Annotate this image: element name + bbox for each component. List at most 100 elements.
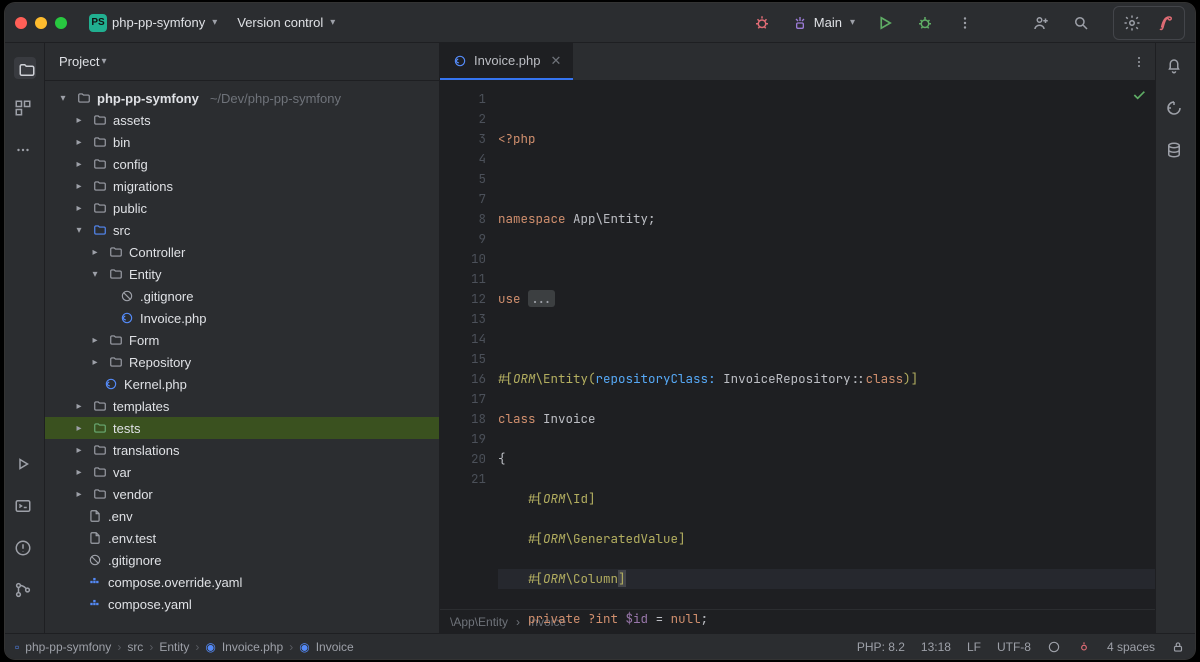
tree-item[interactable]: .gitignore	[45, 285, 439, 307]
tree-item[interactable]: ▸vendor	[45, 483, 439, 505]
inspection-ok-icon[interactable]	[1131, 87, 1147, 103]
chevron-right-icon: ▸	[71, 159, 87, 170]
symfony-icon[interactable]	[1150, 9, 1182, 37]
tree-label: .gitignore	[108, 553, 161, 568]
tree-item[interactable]: ▸migrations	[45, 175, 439, 197]
tab-more-icon[interactable]	[1123, 43, 1155, 80]
tree-item[interactable]: ▸bin	[45, 131, 439, 153]
chevron-down-icon: ▾	[55, 93, 71, 104]
module-icon: ▫	[15, 640, 19, 654]
tree-item[interactable]: ▸public	[45, 197, 439, 219]
folder-icon	[92, 200, 108, 216]
tab-label: Invoice.php	[474, 53, 541, 68]
search-icon[interactable]	[1065, 9, 1097, 37]
code-content[interactable]: <?php namespace App\Entity; use ... #[OR…	[498, 81, 1155, 609]
close-icon[interactable]: ✕	[551, 53, 562, 69]
line-number: 19	[440, 429, 486, 449]
more-actions-icon[interactable]	[949, 9, 981, 37]
close-window[interactable]	[15, 17, 27, 29]
tree-root[interactable]: ▾ php-pp-symfony ~/Dev/php-pp-symfony	[45, 87, 439, 109]
project-tree: ▾ php-pp-symfony ~/Dev/php-pp-symfony ▸a…	[45, 81, 439, 633]
project-name: php-pp-symfony	[112, 15, 205, 30]
tree-label: var	[113, 465, 131, 480]
crumb[interactable]: php-pp-symfony	[25, 640, 111, 654]
structure-tool-icon[interactable]	[14, 99, 36, 121]
tree-item[interactable]: Kernel.php	[45, 373, 439, 395]
code-with-me-icon[interactable]	[1025, 9, 1057, 37]
code-token: ORM	[513, 370, 536, 387]
tree-label: Repository	[129, 355, 191, 370]
tree-item[interactable]: ▸Repository	[45, 351, 439, 373]
line-number: 3	[440, 129, 486, 149]
class-icon: ◉	[299, 640, 309, 654]
tree-item[interactable]: Invoice.php	[45, 307, 439, 329]
problems-tool-icon[interactable]	[14, 539, 36, 561]
line-number: 13	[440, 309, 486, 329]
run-button[interactable]	[869, 9, 901, 37]
code-token: repositoryClass	[596, 370, 709, 387]
tree-item[interactable]: .env.test	[45, 527, 439, 549]
tree-item[interactable]: ▸assets	[45, 109, 439, 131]
tree-item[interactable]: .env	[45, 505, 439, 527]
code-token: \Id]	[566, 490, 596, 507]
gitignore-icon	[87, 552, 103, 568]
code-token: \GeneratedValue]	[566, 530, 686, 547]
tree-label: public	[113, 201, 147, 216]
settings-group	[1113, 6, 1185, 40]
tree-item[interactable]: ▸translations	[45, 439, 439, 461]
tree-label: Controller	[129, 245, 185, 260]
tree-item[interactable]: ▸Controller	[45, 241, 439, 263]
crumb[interactable]: Invoice.php	[222, 640, 283, 654]
tree-item[interactable]: ▸var	[45, 461, 439, 483]
tree-label: compose.override.yaml	[108, 575, 242, 590]
tree-item[interactable]: ▸Form	[45, 329, 439, 351]
code-token: Invoice	[536, 410, 596, 427]
code-token: #[	[498, 370, 513, 387]
panel-header[interactable]: Project ▾	[45, 43, 439, 81]
code-token: int	[596, 610, 619, 627]
crumb[interactable]: Entity	[159, 640, 189, 654]
debug-button[interactable]	[909, 9, 941, 37]
tree-item[interactable]: ▸ config	[45, 153, 439, 175]
tool-rail-right	[1155, 43, 1195, 633]
tree-item[interactable]: ▸templates	[45, 395, 439, 417]
editor-body[interactable]: 1 2 3 4 5 7 8 9 10 11 12 13 14 15 16 17	[440, 81, 1155, 609]
crumb[interactable]: Invoice	[316, 640, 354, 654]
vcs-tool-icon[interactable]	[14, 581, 36, 603]
code-token: #[	[498, 570, 543, 587]
tree-item[interactable]: ▾Entity	[45, 263, 439, 285]
chevron-right-icon: ▸	[71, 489, 87, 500]
tree-item[interactable]: .gitignore	[45, 549, 439, 571]
tree-label: config	[113, 157, 148, 172]
project-selector[interactable]: PS php-pp-symfony ▾	[83, 10, 223, 36]
run-configuration[interactable]: Main ▾	[786, 11, 861, 35]
crumb[interactable]: src	[127, 640, 143, 654]
more-tools-icon[interactable]	[14, 141, 36, 163]
maximize-window[interactable]	[55, 17, 67, 29]
tree-item[interactable]: ▸tests	[45, 417, 439, 439]
line-number: 12	[440, 289, 486, 309]
chevron-down-icon: ▾	[101, 56, 106, 67]
project-tool-icon[interactable]	[14, 57, 36, 79]
debug-listen-icon[interactable]	[746, 9, 778, 37]
tree-item[interactable]: ▾src	[45, 219, 439, 241]
code-token: )]	[903, 370, 918, 387]
database-icon[interactable]	[1165, 141, 1187, 163]
tab-invoice[interactable]: Invoice.php ✕	[440, 43, 573, 80]
ai-assistant-icon[interactable]	[1165, 99, 1187, 121]
vcs-menu[interactable]: Version control ▾	[231, 11, 341, 34]
readonly-icon[interactable]	[1171, 640, 1185, 654]
minimize-window[interactable]	[35, 17, 47, 29]
settings-icon[interactable]	[1116, 9, 1148, 37]
terminal-tool-icon[interactable]	[14, 497, 36, 519]
line-number: 21	[440, 469, 486, 489]
run-tool-icon[interactable]	[14, 455, 36, 477]
tree-item[interactable]: compose.yaml	[45, 593, 439, 615]
chevron-right-icon: ▸	[87, 335, 103, 346]
separator-icon: ›	[289, 640, 293, 654]
folded-region[interactable]: ...	[528, 290, 555, 307]
docker-icon	[87, 596, 103, 612]
notifications-icon[interactable]	[1165, 57, 1187, 79]
line-number: 10	[440, 249, 486, 269]
tree-item[interactable]: compose.override.yaml	[45, 571, 439, 593]
